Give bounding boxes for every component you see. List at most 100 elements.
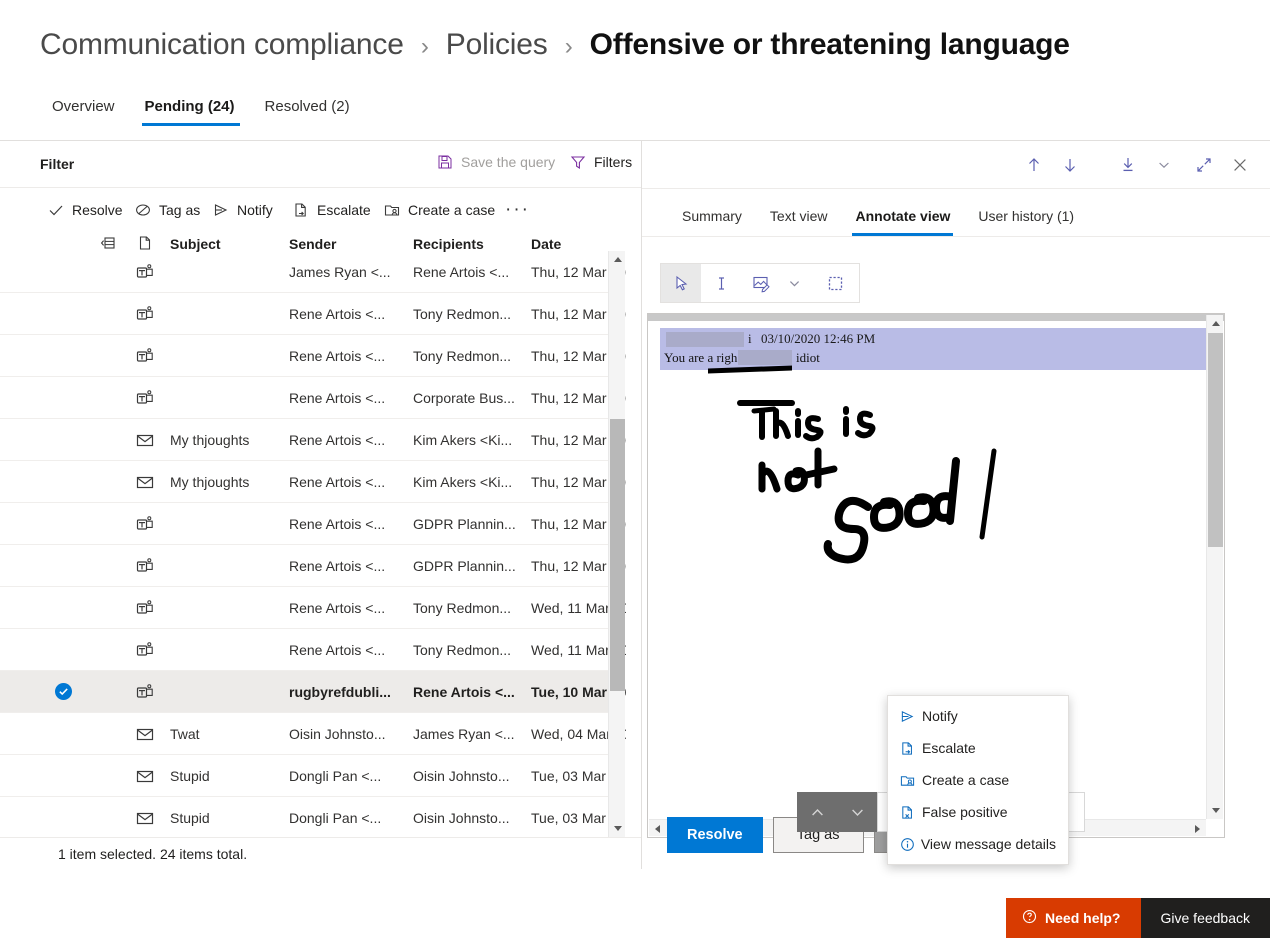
menu-item-notify[interactable]: Notify [888, 700, 1068, 732]
table-row[interactable]: Rene Artois <... GDPR Plannin... Thu, 12 M… [0, 503, 626, 545]
list-vertical-scrollbar[interactable] [608, 251, 625, 837]
table-row[interactable]: Rene Artois <... Tony Redmon... Wed, 11 Ma… [0, 587, 626, 629]
table-row[interactable]: Twat Oisin Johnsto... James Ryan <... Wed, … [0, 713, 626, 755]
table-row[interactable]: Rene Artois <... Tony Redmon... Wed, 11 Ma… [0, 629, 626, 671]
nav-next-button[interactable] [837, 792, 877, 832]
breadcrumb-separator-1: › [420, 33, 429, 60]
breadcrumb-root[interactable]: Communication compliance [40, 28, 404, 61]
false-positive-icon [900, 805, 922, 820]
download-button[interactable] [1110, 147, 1146, 183]
row-sender: Dongli Pan <... [289, 767, 382, 784]
table-row[interactable]: Stupid Dongli Pan <... Oisin Johnsto... Tue… [0, 797, 626, 837]
annotation-scroll-thumb[interactable] [1208, 333, 1223, 547]
marquee-select-tool[interactable] [815, 264, 855, 302]
menu-item-view-message-details[interactable]: View message details [888, 828, 1068, 860]
tab-text-view[interactable]: Text view [756, 202, 842, 236]
row-recipients: Corporate Bus... [413, 389, 515, 406]
row-sender: Rene Artois <... [289, 347, 386, 364]
table-row[interactable]: Rene Artois <... Tony Redmon... Thu, 12 Ma… [0, 293, 626, 335]
text-tool[interactable] [701, 264, 741, 302]
give-feedback-button[interactable]: Give feedback [1140, 898, 1270, 938]
item-type-column-icon[interactable] [137, 235, 153, 254]
filters-button[interactable]: Filters [570, 154, 632, 170]
annotation-scroll-right-button[interactable] [1189, 820, 1206, 837]
image-redact-tool[interactable] [741, 264, 781, 302]
column-header-recipients[interactable]: Recipients [413, 236, 484, 252]
highlighted-message: i 03/10/2020 12:46 PM You are a righ idi… [660, 328, 1209, 370]
message-timestamp: 03/10/2020 12:46 PM [761, 331, 876, 346]
menu-item-create-case[interactable]: Create a case [888, 764, 1068, 796]
resolve-button[interactable]: Resolve [667, 817, 763, 853]
expand-column-icon[interactable] [100, 235, 116, 254]
row-sender: Oisin Johnsto... [289, 725, 386, 742]
table-row[interactable]: Rene Artois <... GDPR Plannin... Thu, 12 M… [0, 545, 626, 587]
annotation-scroll-left-button[interactable] [649, 820, 666, 837]
more-commands-button[interactable]: ··· [505, 188, 530, 231]
annotation-scroll-up-button[interactable] [1207, 315, 1224, 332]
nav-previous-button[interactable] [797, 792, 837, 832]
menu-item-escalate[interactable]: Escalate [888, 732, 1068, 764]
escalate-command[interactable]: Escalate [293, 188, 371, 231]
expand-button[interactable] [1186, 147, 1222, 183]
next-item-button[interactable] [1052, 147, 1088, 183]
table-row[interactable]: rugbyrefdubli... Rene Artois <... Tue, 10 … [0, 671, 626, 713]
scroll-up-button[interactable] [609, 251, 626, 268]
column-header-date[interactable]: Date [531, 236, 561, 252]
download-chevron-down-icon[interactable] [1146, 147, 1182, 183]
need-help-label: Need help? [1045, 910, 1121, 926]
row-recipients: Oisin Johnsto... [413, 809, 510, 826]
tab-pending[interactable]: Pending (24) [133, 92, 253, 126]
close-icon[interactable] [1222, 147, 1258, 183]
detail-pane-toolbar [642, 141, 1270, 189]
annotation-scroll-down-button[interactable] [1207, 802, 1224, 819]
message-body-after: idiot [796, 350, 820, 365]
row-sender: Rene Artois <... [289, 515, 386, 532]
tag-as-command[interactable]: Tag as [135, 188, 200, 231]
tab-overview[interactable]: Overview [40, 92, 133, 126]
resolve-command-label: Resolve [72, 201, 123, 218]
table-row[interactable]: Rene Artois <... Tony Redmon... Thu, 12 Ma… [0, 335, 626, 377]
previous-item-button[interactable] [1016, 147, 1052, 183]
menu-item-notify-label: Notify [922, 708, 958, 724]
save-query-label: Save the query [461, 154, 556, 170]
checkmark-icon [48, 202, 64, 218]
table-row[interactable]: My thjoughts Rene Artois <... Kim Akers <K… [0, 419, 626, 461]
create-case-command[interactable]: Create a case [384, 188, 495, 231]
table-row[interactable]: Rene Artois <... Corporate Bus... Thu, 12 … [0, 377, 626, 419]
menu-item-false-positive[interactable]: False positive [888, 796, 1068, 828]
tab-user-history[interactable]: User history (1) [964, 202, 1088, 236]
annotation-vertical-scrollbar[interactable] [1206, 315, 1223, 819]
scroll-down-button[interactable] [609, 820, 626, 837]
question-circle-icon [1022, 909, 1037, 927]
list-scroll-thumb[interactable] [610, 419, 625, 691]
breadcrumb-policies[interactable]: Policies [446, 28, 548, 61]
column-header-subject[interactable]: Subject [170, 236, 221, 252]
tab-resolved[interactable]: Resolved (2) [253, 92, 368, 126]
pointer-tool[interactable] [661, 264, 701, 302]
teams-message-icon [136, 515, 162, 533]
row-subject: My thjoughts [170, 473, 250, 490]
table-row[interactable]: My thjoughts Rene Artois <... Kim Akers <K… [0, 461, 626, 503]
row-recipients: GDPR Plannin... [413, 557, 516, 574]
menu-item-false-positive-label: False positive [922, 804, 1008, 820]
table-row[interactable]: James Ryan <... Rene Artois <... Thu, 12 M… [0, 263, 626, 293]
sender-redaction-box [666, 332, 744, 347]
alerts-table-viewport: James Ryan <... Rene Artois <... Thu, 12 M… [0, 263, 641, 837]
table-row[interactable]: Stupid Dongli Pan <... Oisin Johnsto... Tue… [0, 755, 626, 797]
notify-command[interactable]: Notify [213, 188, 273, 231]
save-query-button[interactable]: Save the query [437, 154, 555, 170]
row-recipients: Kim Akers <Ki... [413, 473, 513, 490]
row-sender: Rene Artois <... [289, 641, 386, 658]
row-sender: Rene Artois <... [289, 599, 386, 616]
need-help-button[interactable]: Need help? [1006, 898, 1141, 938]
resolve-command[interactable]: Resolve [48, 188, 123, 231]
tab-annotate-view[interactable]: Annotate view [841, 202, 964, 236]
redact-chevron-down-icon[interactable] [781, 264, 807, 302]
column-header-sender[interactable]: Sender [289, 236, 336, 252]
menu-item-escalate-label: Escalate [922, 740, 976, 756]
row-sender: Rene Artois <... [289, 557, 386, 574]
help-bar: Need help? Give feedback [1006, 898, 1270, 938]
row-select-checkbox[interactable] [55, 683, 81, 700]
tab-summary[interactable]: Summary [668, 202, 756, 236]
filters-label: Filters [594, 154, 633, 170]
